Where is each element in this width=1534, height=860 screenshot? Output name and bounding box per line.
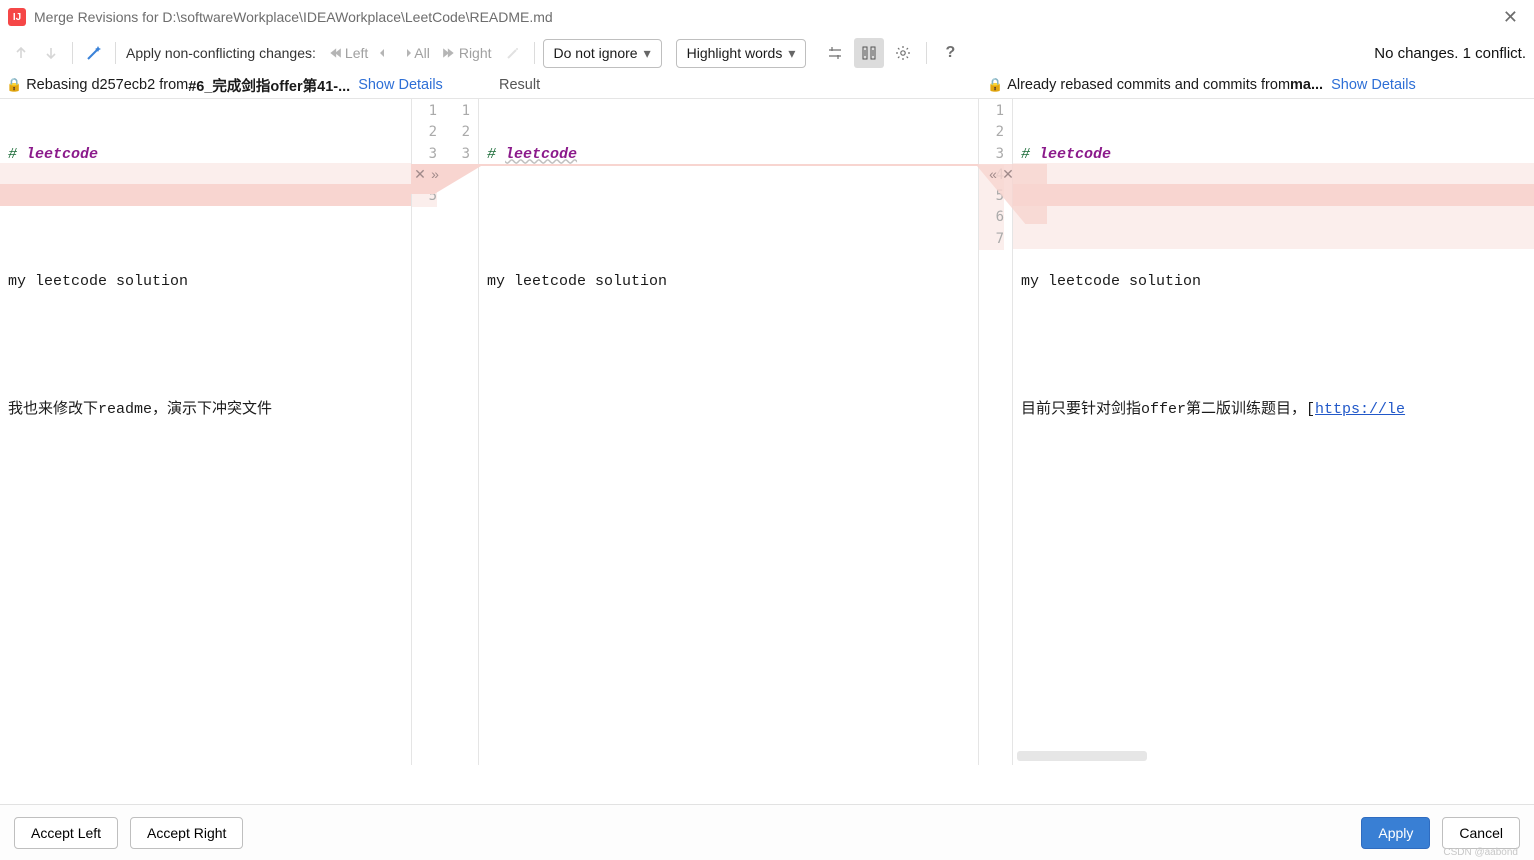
separator [72, 42, 73, 64]
column-headers: 🔒 Rebasing d257ecb2 from #6_完成剑指offer第41… [0, 72, 1534, 98]
ignore-dd-label: Do not ignore [554, 45, 638, 61]
ln-num: 2 [412, 122, 437, 143]
prev-diff-icon[interactable] [8, 40, 34, 66]
chevron-down-icon: ▾ [644, 45, 651, 62]
ln-num: 7 [979, 229, 1004, 250]
dismiss-icon[interactable]: ✕ [413, 167, 427, 181]
md-hash: # [487, 144, 496, 165]
right-line-numbers: 1 2 3 4 5 6 7 [979, 99, 1013, 765]
conflict-line: 目前只要针对剑指offer第二版训练题目， [1021, 399, 1306, 420]
left-header-branch: #6_完成剑指offer第41-... [188, 75, 350, 96]
chevron-down-icon: ▾ [788, 45, 795, 62]
lock-icon: 🔒 [6, 77, 22, 93]
ln-num: 2 [979, 122, 1004, 143]
code-line: my leetcode solution [487, 271, 978, 292]
left-conflict-actions: ✕ » [413, 167, 442, 181]
highlight-dd-label: Highlight words [687, 45, 783, 61]
right-code[interactable]: # leetcode my leetcode solution 目前只要针对剑指… [1013, 99, 1534, 463]
ln-num: 3 [412, 144, 437, 165]
cancel-button[interactable]: Cancel [1442, 817, 1520, 849]
bottom-bar: Accept Left Accept Right Apply Cancel [0, 804, 1534, 860]
close-icon[interactable]: ✕ [1495, 7, 1526, 28]
ln-num: 2 [445, 122, 470, 143]
ln-num: 6 [979, 207, 1004, 228]
ln-num: 1 [445, 101, 470, 122]
ln-num: 1 [412, 101, 437, 122]
apply-nonconflicting-label: Apply non-conflicting changes: [126, 45, 316, 61]
ln-num: 3 [979, 144, 1004, 165]
mid-left-line-numbers: 1 2 3 [445, 99, 478, 765]
highlight-dropdown[interactable]: Highlight words ▾ [676, 39, 807, 68]
horizontal-scrollbar[interactable] [1017, 751, 1147, 761]
apply-all-button[interactable]: All [376, 43, 434, 63]
ignore-whitespace-dropdown[interactable]: Do not ignore ▾ [543, 39, 662, 68]
md-hash: # [8, 144, 17, 165]
sync-scroll-icon[interactable] [854, 38, 884, 68]
merge-editors: # leetcode my leetcode solution 我也来修改下re… [0, 98, 1534, 765]
right-header-prefix: Already rebased commits and commits from [1007, 77, 1290, 93]
code-line: my leetcode solution [1021, 271, 1534, 292]
separator [926, 42, 927, 64]
apply-left-label: Left [345, 45, 368, 61]
ln-num: 5 [979, 186, 1004, 207]
ln-num: 1 [979, 101, 1004, 122]
collapse-unchanged-icon[interactable] [820, 38, 850, 68]
md-title: leetcode [26, 144, 98, 165]
result-pane-header: Result [479, 72, 979, 98]
link-text: https://le [1315, 399, 1405, 420]
md-title: leetcode [505, 144, 577, 165]
apply-right-label: Right [459, 45, 492, 61]
apply-right-button[interactable]: Right [438, 43, 496, 63]
md-hash: # [1021, 144, 1030, 165]
left-pane-header: 🔒 Rebasing d257ecb2 from #6_完成剑指offer第41… [0, 72, 479, 98]
conflict-line: 我也来修改下readme，演示下冲突文件 [8, 399, 411, 420]
left-editor[interactable]: # leetcode my leetcode solution 我也来修改下re… [0, 99, 411, 765]
magic-resolve-icon[interactable] [81, 40, 107, 66]
separator [534, 42, 535, 64]
settings-icon[interactable] [888, 38, 918, 68]
dismiss-icon[interactable]: ✕ [1001, 167, 1015, 181]
toolbar: Apply non-conflicting changes: Left All … [0, 34, 1534, 72]
ln-num: 5 [412, 186, 437, 207]
separator [115, 42, 116, 64]
accept-left-icon[interactable]: « [986, 167, 1000, 181]
title-bar: IJ Merge Revisions for D:\softwareWorkpl… [0, 0, 1534, 34]
window-title: Merge Revisions for D:\softwareWorkplace… [34, 9, 1495, 25]
magic-wand-icon[interactable] [500, 40, 526, 66]
apply-all-label: All [414, 45, 430, 61]
watermark: CSDN @aabond [1443, 847, 1518, 858]
left-show-details-link[interactable]: Show Details [358, 77, 443, 93]
right-header-branch: ma... [1290, 77, 1323, 93]
apply-button[interactable]: Apply [1361, 817, 1430, 849]
left-header-prefix: Rebasing d257ecb2 from [26, 77, 188, 93]
right-pane-header: 🔒 Already rebased commits and commits fr… [979, 72, 1534, 98]
apply-left-button[interactable]: Left [324, 43, 372, 63]
bracket: [ [1306, 399, 1315, 420]
right-conflict-actions: « ✕ [986, 167, 1015, 181]
help-icon[interactable]: ? [935, 38, 965, 68]
changes-status: No changes. 1 conflict. [1374, 45, 1526, 62]
md-title: leetcode [1039, 144, 1111, 165]
next-diff-icon[interactable] [38, 40, 64, 66]
accept-right-icon[interactable]: » [428, 167, 442, 181]
lock-icon: 🔒 [987, 77, 1003, 93]
accept-left-button[interactable]: Accept Left [14, 817, 118, 849]
result-editor[interactable]: # leetcode my leetcode solution [479, 99, 979, 765]
mid-code[interactable]: # leetcode my leetcode solution [479, 99, 978, 335]
right-show-details-link[interactable]: Show Details [1331, 77, 1416, 93]
ln-num: 3 [445, 144, 470, 165]
accept-right-button[interactable]: Accept Right [130, 817, 243, 849]
code-line: my leetcode solution [8, 271, 411, 292]
right-editor[interactable]: # leetcode my leetcode solution 目前只要针对剑指… [1013, 99, 1534, 765]
left-line-numbers: 1 2 3 4 5 [412, 99, 445, 765]
left-code[interactable]: # leetcode my leetcode solution 我也来修改下re… [0, 99, 411, 463]
app-icon: IJ [8, 8, 26, 26]
left-gutters: 1 2 3 4 5 1 2 3 [411, 99, 479, 765]
